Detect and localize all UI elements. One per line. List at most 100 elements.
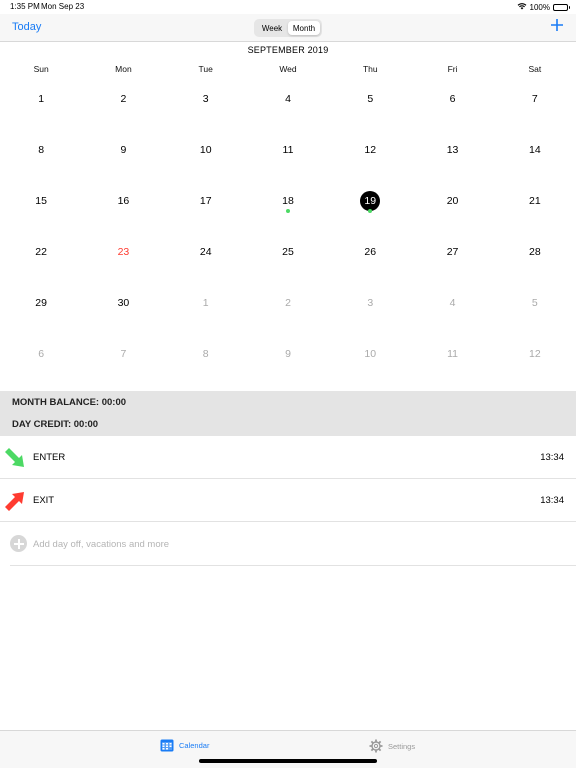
calendar-icon	[160, 739, 174, 752]
day-number: 8	[202, 348, 209, 360]
day-cell[interactable]: 7	[82, 333, 164, 384]
day-number: 27	[446, 246, 459, 258]
add-button[interactable]	[550, 17, 564, 36]
day-number: 4	[449, 297, 456, 309]
entry-time: 13:34	[540, 495, 564, 506]
segment-week[interactable]: Week	[256, 21, 288, 35]
day-cell[interactable]: 5	[494, 282, 576, 333]
home-indicator	[199, 759, 377, 763]
day-number: 13	[446, 144, 459, 156]
event-dot	[285, 209, 290, 213]
day-number: 10	[199, 144, 212, 156]
day-cell[interactable]: 15	[0, 180, 82, 231]
day-number: 26	[364, 246, 377, 258]
balance-summary: MONTH BALANCE: 00:00 DAY CREDIT: 00:00	[0, 391, 576, 436]
day-cell-today[interactable]: 23	[82, 231, 164, 282]
day-cell[interactable]: 20	[411, 180, 493, 231]
day-number: 3	[367, 297, 374, 309]
day-number: 7	[120, 348, 127, 360]
add-day-off-label: Add day off, vacations and more	[33, 539, 170, 550]
day-number: 6	[449, 93, 456, 105]
day-cell[interactable]: 29	[0, 282, 82, 333]
entry-row-enter[interactable]: ENTER 13:34	[0, 436, 576, 479]
segment-month[interactable]: Month	[288, 21, 320, 35]
weekday-label: Wed	[279, 64, 297, 74]
day-cell[interactable]: 18	[247, 180, 329, 231]
day-number: 10	[364, 348, 377, 360]
day-number: 19	[360, 191, 381, 211]
day-number: 14	[528, 144, 541, 156]
day-cell[interactable]: 12	[494, 333, 576, 384]
weekday-label: Sun	[33, 64, 49, 74]
day-cell[interactable]: 5	[329, 78, 411, 129]
month-balance: MONTH BALANCE: 00:00	[12, 397, 127, 408]
day-cell[interactable]: 8	[165, 333, 247, 384]
calendar-grid: 1 2 3 4 5 6 7 8 9 10 11 12 13 14 15 16 17 18 19 20 21 22 23 24 2…	[0, 78, 576, 384]
entry-row-exit[interactable]: EXIT 13:34	[0, 479, 576, 522]
today-button[interactable]: Today	[12, 21, 41, 33]
day-cell[interactable]: 11	[247, 129, 329, 180]
day-cell[interactable]: 28	[494, 231, 576, 282]
day-cell[interactable]: 9	[82, 129, 164, 180]
day-number: 24	[199, 246, 212, 258]
day-cell[interactable]: 27	[411, 231, 493, 282]
entry-label: ENTER	[33, 452, 66, 463]
day-cell[interactable]: 4	[411, 282, 493, 333]
entry-label: EXIT	[33, 495, 55, 506]
weekday-label: Mon	[115, 64, 132, 74]
day-cell[interactable]: 13	[411, 129, 493, 180]
day-number: 15	[35, 195, 47, 207]
weekday-header: Sun Mon Tue Wed Thu Fri Sat	[0, 64, 576, 76]
day-cell[interactable]: 30	[82, 282, 164, 333]
day-cell[interactable]: 2	[82, 78, 164, 129]
status-date: Mon Sep 23	[41, 2, 85, 11]
day-cell[interactable]: 1	[165, 282, 247, 333]
day-number: 17	[199, 195, 212, 207]
day-cell[interactable]: 10	[329, 333, 411, 384]
day-number: 2	[120, 93, 127, 105]
day-number: 30	[117, 297, 130, 309]
day-cell[interactable]: 25	[247, 231, 329, 282]
day-cell[interactable]: 6	[411, 78, 493, 129]
event-dot	[368, 209, 373, 213]
day-cell[interactable]: 12	[329, 129, 411, 180]
day-number: 16	[117, 195, 130, 207]
day-cell[interactable]: 24	[165, 231, 247, 282]
day-cell[interactable]: 10	[165, 129, 247, 180]
day-number: 29	[35, 297, 47, 309]
day-cell[interactable]: 11	[411, 333, 493, 384]
day-cell[interactable]: 26	[329, 231, 411, 282]
day-cell[interactable]: 14	[494, 129, 576, 180]
gear-icon	[369, 739, 383, 753]
day-cell[interactable]: 1	[0, 78, 82, 129]
day-number: 28	[528, 246, 541, 258]
day-cell[interactable]: 7	[494, 78, 576, 129]
tab-calendar[interactable]: Calendar	[160, 739, 209, 752]
day-number: 12	[528, 348, 541, 360]
day-cell[interactable]: 4	[247, 78, 329, 129]
tab-settings-label: Settings	[388, 741, 416, 751]
day-cell[interactable]: 16	[82, 180, 164, 231]
day-cell-selected[interactable]: 19	[329, 180, 411, 231]
day-number: 6	[38, 348, 45, 360]
view-mode-segmented-control: Week Month	[254, 19, 322, 37]
day-number: 3	[202, 93, 209, 105]
weekday-label: Fri	[447, 64, 458, 74]
day-cell[interactable]: 2	[247, 282, 329, 333]
enter-arrow-icon	[4, 447, 26, 469]
day-cell[interactable]: 3	[165, 78, 247, 129]
day-number: 9	[120, 144, 127, 156]
day-cell[interactable]: 22	[0, 231, 82, 282]
wifi-icon	[517, 2, 527, 12]
day-cell[interactable]: 8	[0, 129, 82, 180]
day-number: 8	[38, 144, 45, 156]
navigation-bar: Today Week Month	[0, 14, 576, 42]
status-bar: 1:35 PM Mon Sep 23 100%	[0, 0, 576, 14]
day-cell[interactable]: 17	[165, 180, 247, 231]
tab-settings[interactable]: Settings	[369, 739, 415, 753]
day-cell[interactable]: 21	[494, 180, 576, 231]
day-cell[interactable]: 6	[0, 333, 82, 384]
day-cell[interactable]: 9	[247, 333, 329, 384]
add-day-off-row[interactable]: Add day off, vacations and more	[10, 522, 576, 566]
day-cell[interactable]: 3	[329, 282, 411, 333]
